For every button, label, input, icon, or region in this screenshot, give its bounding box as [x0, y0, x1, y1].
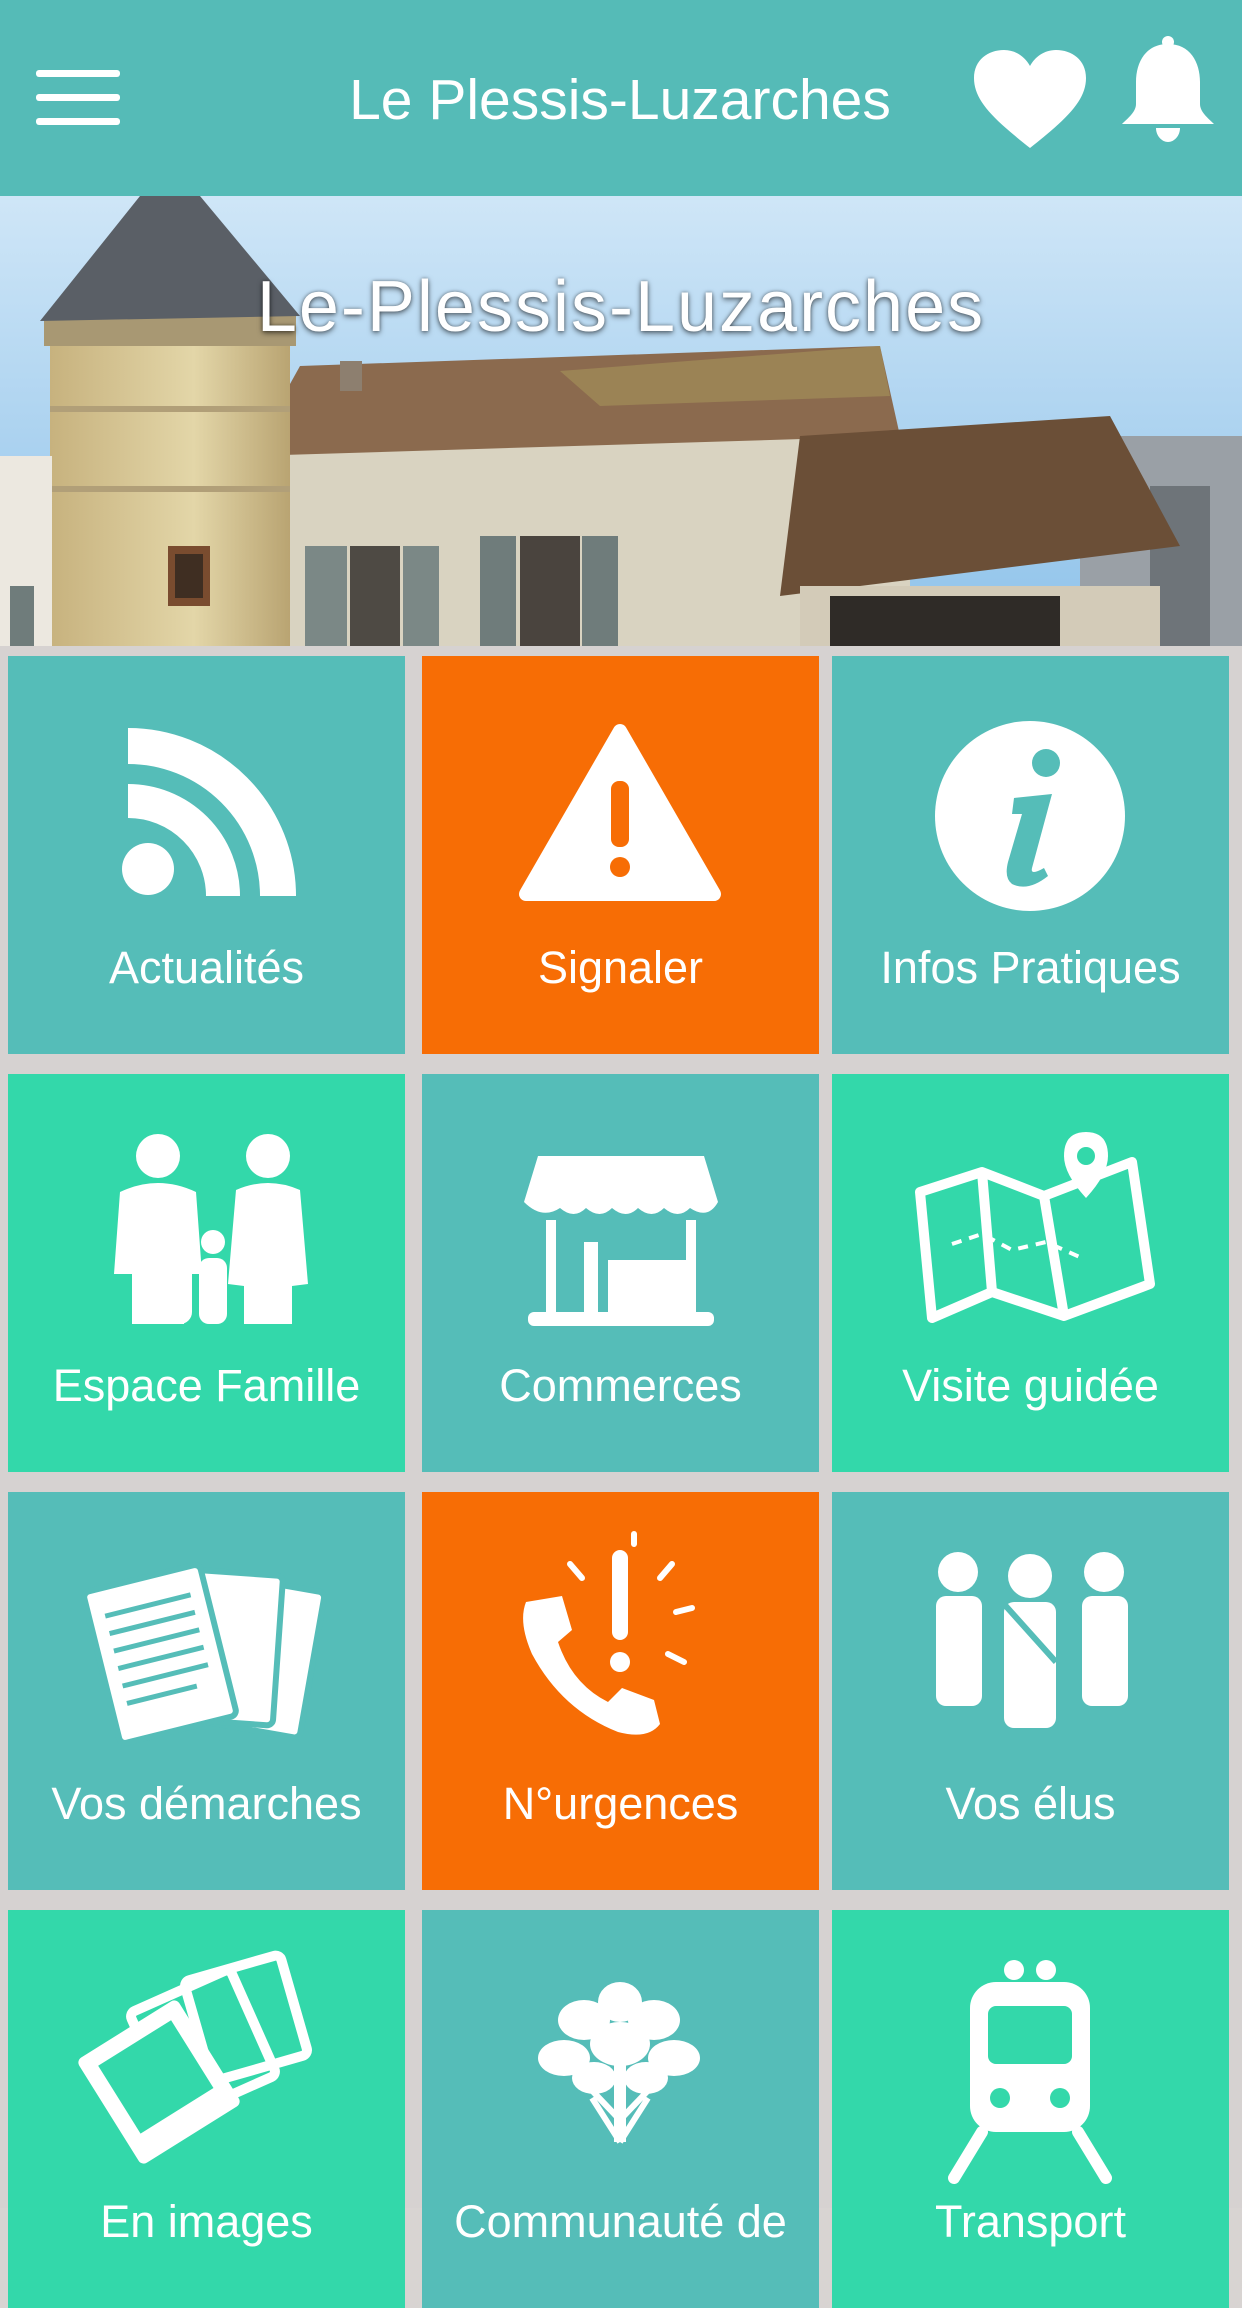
family-icon	[114, 1134, 308, 1324]
tree-icon	[538, 1982, 700, 2144]
train-icon	[948, 1960, 1112, 2184]
rss-feed-icon	[122, 728, 296, 897]
tile-en-images[interactable]: En images	[8, 1910, 405, 2308]
hero-title: Le-Plessis-Luzarches	[256, 267, 986, 347]
tile-transport[interactable]: Transport	[832, 1910, 1229, 2308]
photos-icon	[78, 1950, 312, 2164]
tile-actualites[interactable]: Actualités	[8, 656, 405, 1054]
top-app-bar: Le Plessis-Luzarches	[0, 0, 1242, 196]
tile-espace-famille[interactable]: Espace Famille	[8, 1074, 405, 1472]
tile-label: Commerces	[499, 1360, 742, 1411]
info-icon	[935, 721, 1125, 911]
tile-label: Visite guidée	[902, 1360, 1159, 1411]
tile-label: En images	[100, 2196, 313, 2247]
tile-label: Actualités	[108, 942, 305, 993]
tile-label: Signaler	[537, 942, 704, 993]
shop-icon	[524, 1156, 718, 1326]
officials-icon	[936, 1552, 1128, 1728]
tile-vos-elus[interactable]: Vos élus	[832, 1492, 1229, 1890]
tile-vos-demarches[interactable]: Vos démarches	[8, 1492, 405, 1890]
tile-visite-guidee[interactable]: Visite guidée	[832, 1074, 1229, 1472]
village-photo	[0, 196, 1242, 646]
tile-label: Espace Famille	[52, 1360, 361, 1411]
tile-label: Transport	[935, 2196, 1126, 2247]
tile-label: Communauté de	[454, 2196, 787, 2247]
tile-label: Infos Pratiques	[880, 942, 1181, 993]
tile-label: Vos élus	[945, 1778, 1116, 1829]
hero-banner: Le-Plessis-Luzarches	[0, 196, 1242, 646]
tile-label: N°urgences	[502, 1778, 739, 1829]
hamburger-menu-icon[interactable]	[36, 70, 120, 130]
heart-icon[interactable]	[972, 48, 1088, 150]
tile-commerces[interactable]: Commerces	[422, 1074, 819, 1472]
tile-label: Vos démarches	[51, 1778, 362, 1829]
tile-communaute[interactable]: Communauté de	[422, 1910, 819, 2308]
documents-icon	[81, 1562, 328, 1746]
map-pin-icon	[915, 1132, 1155, 1323]
tile-signaler[interactable]: Signaler	[422, 656, 819, 1054]
tile-urgences[interactable]: N°urgences	[422, 1492, 819, 1890]
emergency-phone-icon	[523, 1531, 695, 1735]
warning-icon	[519, 724, 721, 901]
bell-icon[interactable]	[1118, 34, 1218, 144]
app-title: Le Plessis-Luzarches	[349, 68, 891, 132]
tile-infos-pratiques[interactable]: Infos Pratiques	[832, 656, 1229, 1054]
